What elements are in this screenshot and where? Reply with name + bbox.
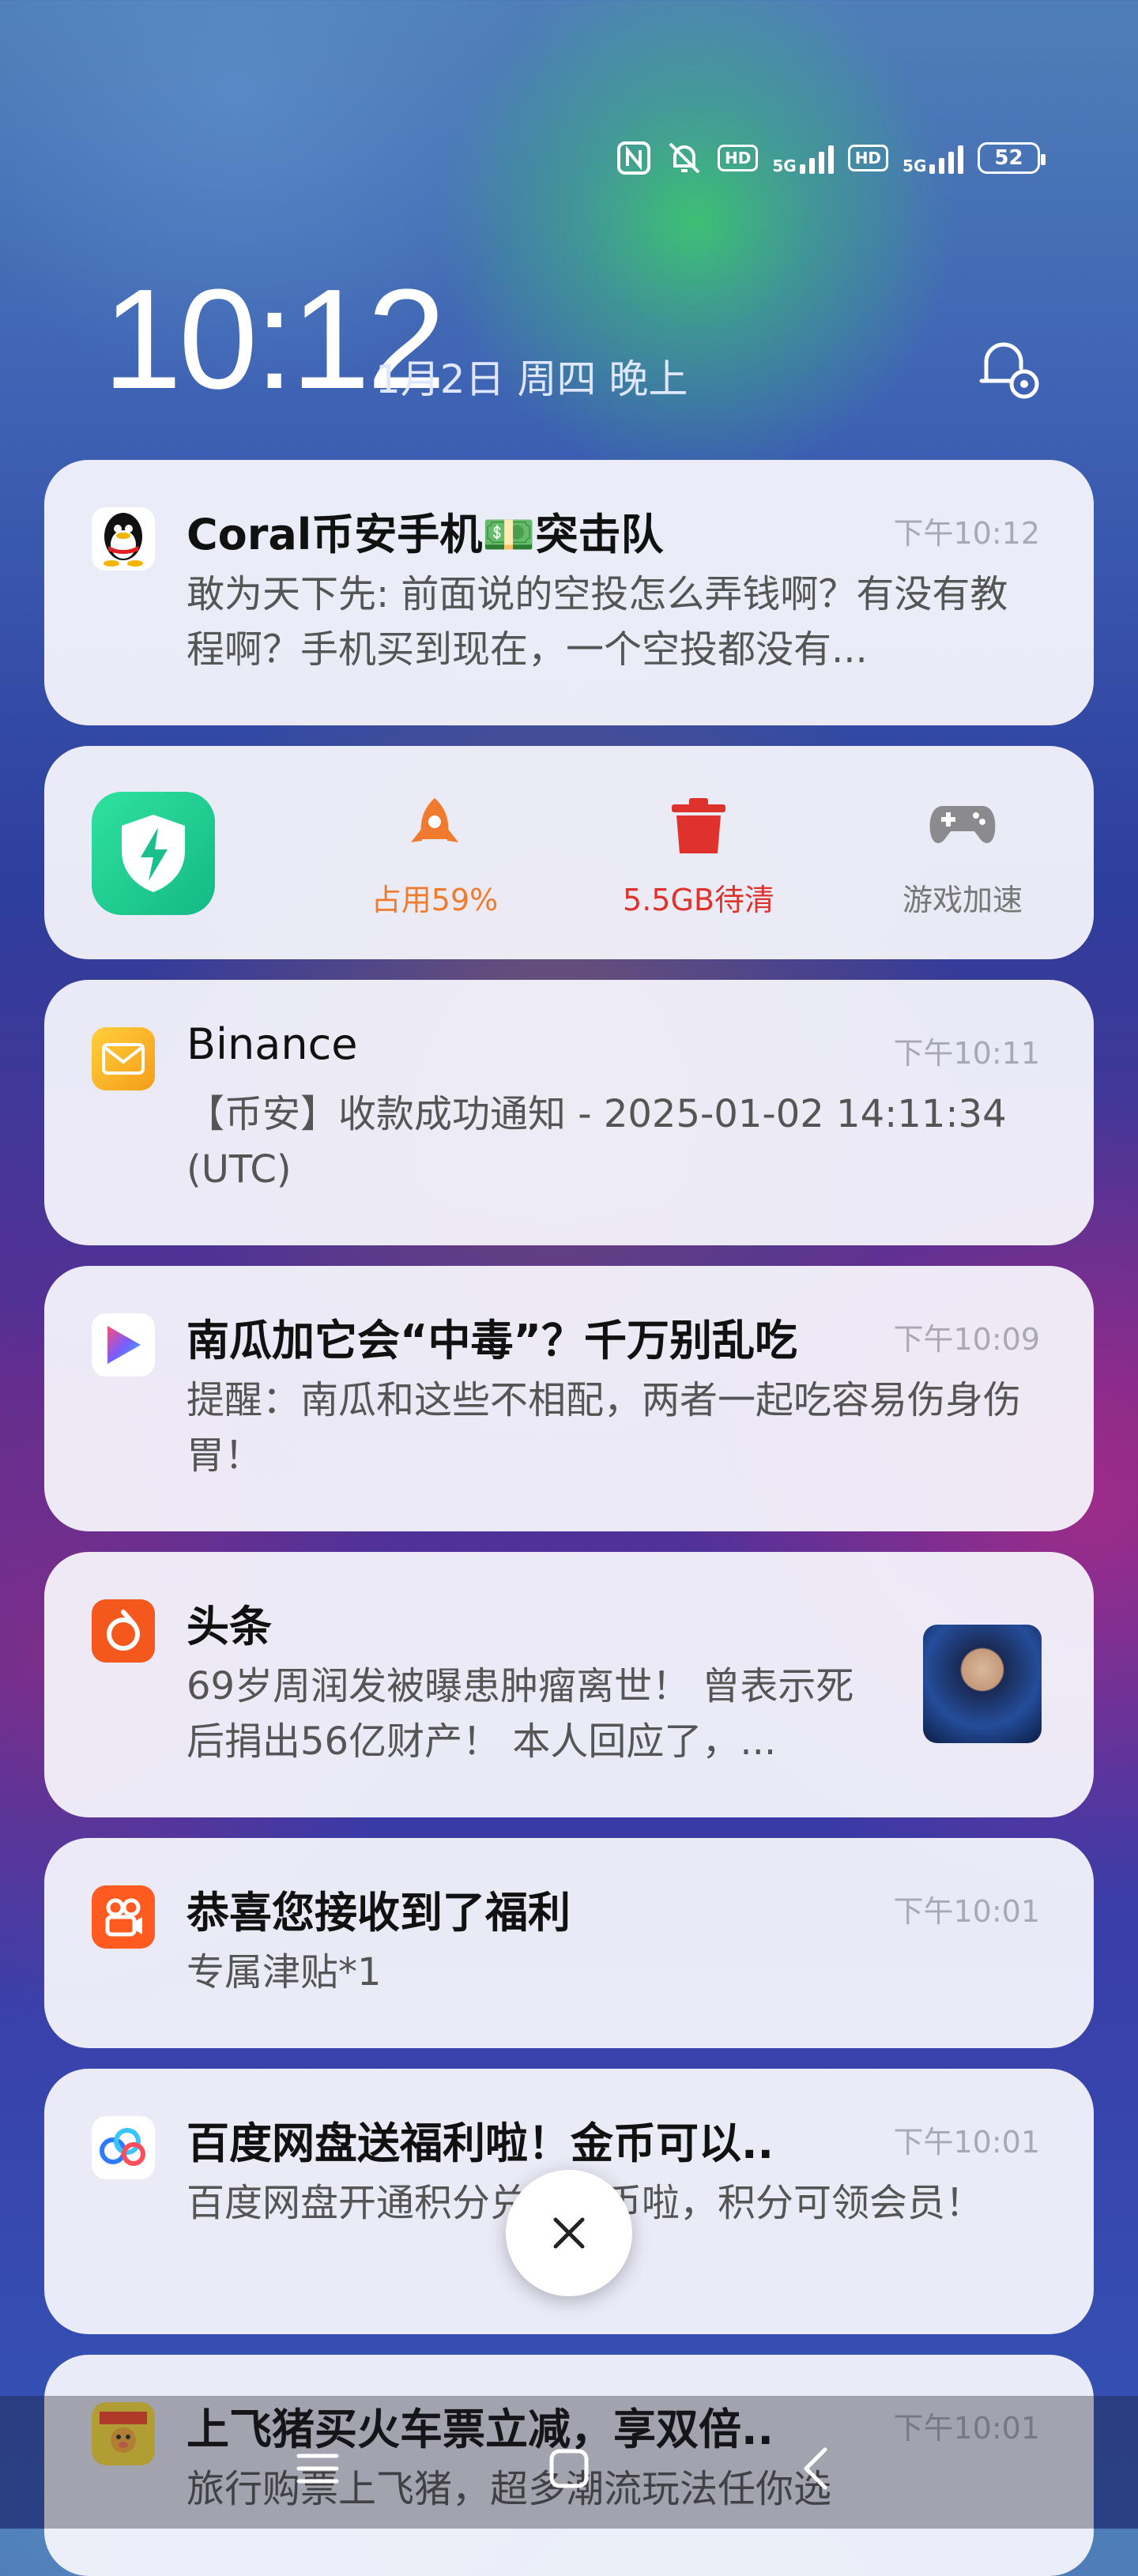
- notification-settings-icon[interactable]: [972, 332, 1043, 403]
- sim2-signal-icon: [929, 142, 964, 174]
- menu-icon[interactable]: [294, 2445, 341, 2492]
- back-icon[interactable]: [793, 2445, 841, 2492]
- security-widget: 占用59% 5.5GB待清 游戏加速: [44, 746, 1094, 959]
- game-boost-label: 游戏加速: [902, 883, 1023, 917]
- notification-time: 下午10:11: [893, 1036, 1040, 1071]
- navigation-bar: [0, 2396, 1138, 2529]
- notification-time: 下午10:01: [893, 1894, 1040, 1929]
- rocket-icon: [411, 798, 458, 842]
- notification-body: 提醒：南瓜和这些不相配，两者一起吃容易伤身伤胃！: [187, 1378, 1022, 1478]
- notification-card[interactable]: 恭喜您接收到了福利 下午10:01 专属津贴*1: [44, 1838, 1094, 2048]
- memory-usage-button[interactable]: 占用59%: [340, 793, 529, 919]
- sim2-network-label: 5G: [902, 156, 927, 175]
- news-thumbnail: [923, 1625, 1042, 1743]
- kuaishou-icon: [92, 1885, 155, 1949]
- game-boost-button[interactable]: 游戏加速: [868, 793, 1057, 919]
- video-play-icon: [92, 1313, 155, 1377]
- baidu-netdisk-icon: [92, 2116, 155, 2179]
- lockscreen-date: 1月2日 周四 晚上: [375, 356, 688, 402]
- toutiao-icon: [92, 1599, 155, 1663]
- security-shield-icon[interactable]: [92, 792, 215, 915]
- notification-body: 专属津贴*1: [187, 1950, 382, 1994]
- sim1-network-label: 5G: [772, 156, 797, 175]
- notification-time: 下午10:01: [893, 2125, 1040, 2160]
- sim1-signal-icon: [799, 142, 834, 174]
- home-icon[interactable]: [545, 2445, 593, 2492]
- notification-card[interactable]: 头条 69岁周润发被曝患肿瘤离世！ 曾表示死后捐出56亿财产！ 本人回应了，..…: [44, 1552, 1094, 1817]
- notification-body: 69岁周润发被曝患肿瘤离世！ 曾表示死后捐出56亿财产！ 本人回应了，...: [187, 1664, 854, 1764]
- notification-title: Binance: [187, 1019, 358, 1069]
- sim1-hd-badge: HD: [718, 145, 759, 171]
- notification-title: 百度网盘送福利啦！金币可以..: [187, 2118, 774, 2168]
- notification-title: 头条: [187, 1602, 272, 1651]
- junk-clean-label: 5.5GB待清: [623, 883, 774, 917]
- sim2-hd-badge: HD: [847, 145, 889, 171]
- notification-title: 南瓜加它会“中毒”？千万别乱吃: [187, 1316, 797, 1365]
- clear-all-button[interactable]: [506, 2170, 632, 2296]
- battery-indicator: 52: [978, 142, 1046, 174]
- trash-icon: [672, 798, 725, 853]
- status-bar: HD 5G HD 5G 52: [616, 134, 1046, 182]
- qq-icon: [92, 507, 155, 571]
- notification-card[interactable]: Coral币安手机💵突击队 下午10:12 敢为天下先: 前面说的空投怎么弄钱啊…: [44, 460, 1094, 725]
- notification-time: 下午10:09: [893, 1322, 1040, 1357]
- notification-card[interactable]: 南瓜加它会“中毒”？千万别乱吃 下午10:09 提醒：南瓜和这些不相配，两者一起…: [44, 1266, 1094, 1531]
- bell-off-icon: [669, 142, 700, 174]
- notification-title: 恭喜您接收到了福利: [187, 1888, 571, 1938]
- close-icon: [553, 2217, 585, 2249]
- memory-usage-label: 占用59%: [371, 883, 499, 917]
- notification-time: 下午10:12: [893, 516, 1040, 551]
- notification-title: Coral币安手机💵突击队: [187, 510, 664, 559]
- notification-card[interactable]: Binance 下午10:11 【币安】收款成功通知 - 2025-01-02 …: [44, 980, 1094, 1245]
- junk-clean-button[interactable]: 5.5GB待清: [604, 793, 793, 919]
- notification-body: 【币安】收款成功通知 - 2025-01-02 14:11:34 (UTC): [187, 1092, 1007, 1192]
- gamepad-icon: [929, 806, 996, 843]
- mail-icon: [92, 1027, 155, 1090]
- nfc-icon: [617, 141, 650, 175]
- notification-body: 敢为天下先: 前面说的空投怎么弄钱啊？有没有教程啊？手机买到现在，一个空投都没有…: [187, 572, 1008, 672]
